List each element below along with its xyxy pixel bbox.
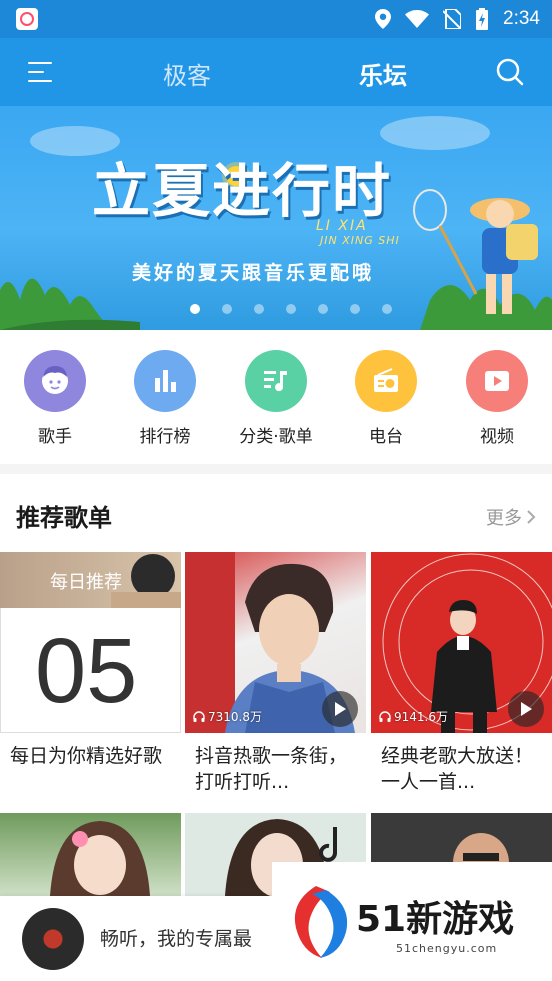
menu-icon bbox=[28, 62, 52, 64]
vinyl-disc-icon[interactable] bbox=[22, 908, 84, 970]
playlist-title: 抖音热歌一条街，打听打听... bbox=[195, 745, 348, 793]
quick-nav-radio[interactable]: 电台 bbox=[331, 350, 441, 447]
page-dot[interactable] bbox=[254, 304, 264, 314]
watermark: 51新游戏 51chengyu.com bbox=[272, 862, 552, 981]
play-count-value: 9141.6万 bbox=[394, 710, 448, 724]
banner-pinyin: LI XIA bbox=[316, 218, 368, 234]
no-sim-icon bbox=[443, 9, 462, 29]
quick-nav-categories[interactable]: 分类·歌单 bbox=[221, 350, 331, 447]
play-icon bbox=[521, 702, 532, 716]
quick-nav-singer[interactable]: 歌手 bbox=[0, 350, 110, 447]
chevron-right-icon bbox=[527, 510, 536, 524]
singer-icon bbox=[24, 350, 86, 412]
daily-date: 05 bbox=[35, 620, 138, 722]
banner-page-indicator bbox=[0, 304, 552, 314]
app-notification-icon bbox=[16, 8, 38, 30]
banner-pinyin-sub: JIN XING SHI bbox=[320, 234, 400, 247]
battery-charging-icon bbox=[476, 8, 489, 30]
promo-banner[interactable]: 立夏进行时 LI XIA JIN XING SHI 美好的夏天跟音乐更配哦 bbox=[0, 106, 552, 330]
video-play-icon bbox=[466, 350, 528, 412]
play-button[interactable] bbox=[508, 691, 544, 727]
section-divider bbox=[0, 464, 552, 474]
daily-date-panel: 05 bbox=[0, 608, 181, 733]
menu-icon-line bbox=[28, 71, 44, 73]
status-time: 2:34 bbox=[503, 8, 540, 29]
quick-nav-label: 视频 bbox=[480, 427, 514, 447]
play-count: 7310.8万 bbox=[193, 708, 262, 725]
watermark-logo bbox=[294, 886, 348, 958]
play-count: 9141.6万 bbox=[379, 708, 448, 725]
wifi-icon bbox=[405, 10, 430, 28]
page-dot-active[interactable] bbox=[190, 304, 200, 314]
page-dot[interactable] bbox=[382, 304, 392, 314]
more-label: 更多 bbox=[486, 508, 522, 529]
quick-nav-video[interactable]: 视频 bbox=[442, 350, 552, 447]
playlist-cover: 7310.8万 bbox=[185, 552, 366, 733]
tab-geek[interactable]: 极客 bbox=[163, 56, 211, 91]
play-count-value: 7310.8万 bbox=[208, 710, 262, 724]
page-dot[interactable] bbox=[222, 304, 232, 314]
playlist-card[interactable]: 9141.6万 经典老歌大放送！一人一首... bbox=[371, 552, 552, 797]
quick-nav-label: 分类·歌单 bbox=[239, 427, 313, 447]
daily-badge: 每日推荐 bbox=[50, 572, 122, 593]
quick-nav-label: 排行榜 bbox=[139, 427, 191, 447]
quick-nav: 歌手 排行榜 分类·歌单 电台 视频 bbox=[0, 330, 552, 464]
recommend-section-header: 推荐歌单 更多 bbox=[0, 474, 552, 552]
tab-music-scene[interactable]: 乐坛 bbox=[359, 56, 407, 91]
banner-subtitle: 美好的夏天跟音乐更配哦 bbox=[132, 262, 375, 284]
app-screen: 2:34 极客 乐坛 立夏进行时 LI XIA JIN XING SHI 美好的… bbox=[0, 0, 552, 981]
location-icon bbox=[375, 9, 392, 29]
chart-bars-icon bbox=[134, 350, 196, 412]
daily-cover-header: 每日推荐 bbox=[0, 552, 181, 608]
playlist-card-daily[interactable]: 每日推荐 05 每日为你精选好歌 bbox=[0, 552, 181, 797]
playlist-title: 经典老歌大放送！一人一首... bbox=[381, 745, 534, 793]
page-dot[interactable] bbox=[286, 304, 296, 314]
watermark-url: 51chengyu.com bbox=[396, 942, 498, 955]
quick-nav-charts[interactable]: 排行榜 bbox=[110, 350, 220, 447]
section-title: 推荐歌单 bbox=[16, 504, 112, 532]
playlist-card[interactable] bbox=[0, 813, 181, 896]
menu-icon-line bbox=[28, 80, 52, 82]
play-icon bbox=[335, 702, 346, 716]
radio-icon bbox=[355, 350, 417, 412]
page-dot[interactable] bbox=[318, 304, 328, 314]
headphones-icon bbox=[193, 710, 205, 722]
banner-title: 立夏进行时 bbox=[92, 157, 393, 225]
daily-cover: 每日推荐 05 bbox=[0, 552, 181, 733]
status-bar: 2:34 bbox=[0, 0, 552, 38]
banner-cloud bbox=[380, 116, 490, 150]
music-list-icon bbox=[245, 350, 307, 412]
menu-button[interactable] bbox=[28, 58, 56, 86]
quick-nav-label: 歌手 bbox=[38, 427, 72, 447]
playlist-title: 每日为你精选好歌 bbox=[10, 745, 163, 767]
page-dot[interactable] bbox=[350, 304, 360, 314]
top-navigation: 极客 乐坛 bbox=[0, 38, 552, 106]
status-indicators: 2:34 bbox=[375, 0, 540, 38]
search-icon[interactable] bbox=[496, 58, 524, 86]
watermark-brand: 51新游戏 bbox=[356, 899, 515, 940]
playlist-card[interactable]: 7310.8万 抖音热歌一条街，打听打听... bbox=[185, 552, 366, 797]
quick-nav-label: 电台 bbox=[369, 427, 403, 447]
play-button[interactable] bbox=[322, 691, 358, 727]
headphones-icon bbox=[379, 710, 391, 722]
cover-portrait-art bbox=[50, 821, 150, 896]
now-playing-title: 畅听，我的专属最 bbox=[100, 928, 253, 950]
more-link[interactable]: 更多 bbox=[486, 504, 536, 530]
playlist-cover: 9141.6万 bbox=[371, 552, 552, 733]
butterfly-net-illustration bbox=[413, 189, 478, 295]
